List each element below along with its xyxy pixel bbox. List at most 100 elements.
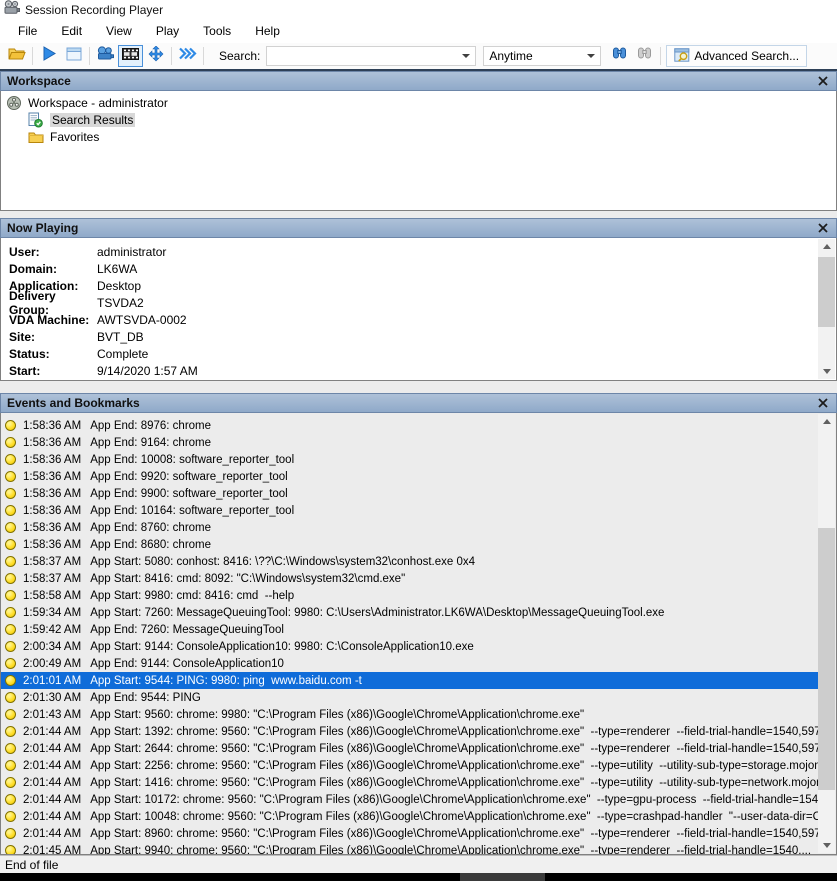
close-icon <box>818 76 828 86</box>
event-row[interactable]: 1:58:36 AMApp End: 9900: software_report… <box>1 485 819 502</box>
bottom-bar-fragment <box>460 873 545 881</box>
events-close-button[interactable] <box>816 396 830 410</box>
event-row[interactable]: 1:58:36 AMApp End: 8976: chrome <box>1 417 819 434</box>
now-playing-scrollbar[interactable] <box>818 239 835 379</box>
play-button[interactable] <box>36 45 61 67</box>
event-text: App End: 9900: software_reporter_tool <box>90 488 288 500</box>
chevron-down-icon <box>462 54 470 58</box>
event-row[interactable]: 2:01:30 AMApp End: 9544: PING <box>1 689 819 706</box>
event-row[interactable]: 2:01:44 AMApp Start: 1416: chrome: 9560:… <box>1 774 819 791</box>
title-bar[interactable]: Session Recording Player <box>0 0 837 19</box>
event-row[interactable]: 1:58:36 AMApp End: 9164: chrome <box>1 434 819 451</box>
events-scrollbar[interactable] <box>818 414 835 853</box>
event-dot-icon <box>5 607 16 618</box>
menu-item-tools[interactable]: Tools <box>191 21 243 41</box>
event-row[interactable]: 1:58:36 AMApp End: 8680: chrome <box>1 536 819 553</box>
event-row[interactable]: 2:01:01 AMApp Start: 9544: PING: 9980: p… <box>1 672 819 689</box>
find-previous-button[interactable] <box>632 45 657 67</box>
event-dot-icon <box>5 454 16 465</box>
bottom-edge-bar <box>0 873 837 881</box>
tree-item-workspace-root[interactable]: Workspace - administrator <box>1 94 836 111</box>
scroll-up-icon[interactable] <box>818 239 835 254</box>
event-dot-icon <box>5 794 16 805</box>
now-playing-field: VDA Machine:AWTSVDA-0002 <box>1 311 836 328</box>
event-row[interactable]: 2:00:49 AMApp End: 9144: ConsoleApplicat… <box>1 655 819 672</box>
event-row[interactable]: 1:58:36 AMApp End: 8760: chrome <box>1 519 819 536</box>
event-text: App Start: 9560: chrome: 9980: "C:\Progr… <box>90 709 584 721</box>
event-row[interactable]: 1:59:34 AMApp Start: 7260: MessageQueuin… <box>1 604 819 621</box>
pan-view-button[interactable] <box>143 45 168 67</box>
event-time: 1:58:36 AM <box>23 437 81 449</box>
workspace-close-button[interactable] <box>816 74 830 88</box>
window-title: Session Recording Player <box>25 3 163 17</box>
time-filter-value: Anytime <box>489 49 532 63</box>
event-row[interactable]: 2:01:43 AM App Start: 9560: chrome: 9980:… <box>1 706 819 723</box>
event-row[interactable]: 2:01:44 AMApp Start: 10048: chrome: 9560… <box>1 808 819 825</box>
event-row[interactable]: 1:58:58 AMApp Start: 9980: cmd: 8416: cm… <box>1 587 819 604</box>
now-playing-close-button[interactable] <box>816 221 830 235</box>
menu-item-help[interactable]: Help <box>243 21 292 41</box>
event-row[interactable]: 1:58:36 AM App End: 9920: software_report… <box>1 468 819 485</box>
events-panel-header: Events and Bookmarks <box>0 393 837 413</box>
open-file-button[interactable] <box>4 45 29 67</box>
event-time: 2:01:44 AM <box>23 811 81 823</box>
player-window-button[interactable] <box>61 45 86 67</box>
events-panel-title: Events and Bookmarks <box>7 396 140 410</box>
event-row[interactable]: 1:58:36 AMApp End: 10164: software_repor… <box>1 502 819 519</box>
search-combobox[interactable] <box>266 46 476 66</box>
event-text: App Start: 2256: chrome: 9560: "C:\Progr… <box>90 760 819 772</box>
projector-view-button[interactable] <box>93 45 118 67</box>
menu-item-view[interactable]: View <box>94 21 144 41</box>
event-row[interactable]: 1:58:36 AMApp End: 10008: software_repor… <box>1 451 819 468</box>
event-row[interactable]: 2:01:44 AMApp Start: 8960: chrome: 9560:… <box>1 825 819 842</box>
event-text: App Start: 9980: cmd: 8416: cmd --help <box>90 590 294 602</box>
event-row[interactable]: 2:01:44 AMApp Start: 2644: chrome: 9560:… <box>1 740 819 757</box>
event-text: App End: 9920: software_reporter_tool <box>90 471 288 483</box>
event-text: App End: 8976: chrome <box>90 420 211 432</box>
advanced-search-icon <box>674 48 690 65</box>
folder-icon <box>28 129 46 145</box>
event-dot-icon <box>5 743 16 754</box>
now-playing-panel-header: Now Playing <box>0 218 837 238</box>
fast-forward-button[interactable] <box>175 45 200 67</box>
find-button[interactable] <box>607 45 632 67</box>
event-time: 2:01:44 AM <box>23 777 81 789</box>
event-row[interactable]: 2:01:45 AMApp Start: 9940: chrome: 9560:… <box>1 842 819 855</box>
menu-bar: FileEditViewPlayToolsHelp <box>0 19 837 43</box>
film-reel-icon <box>6 95 24 111</box>
field-value: LK6WA <box>97 262 137 276</box>
event-time: 2:01:43 AM <box>23 709 81 721</box>
time-filter-combobox[interactable]: Anytime <box>483 46 601 66</box>
tree-item-search-results[interactable]: Search Results <box>1 111 836 128</box>
event-row[interactable]: 2:01:44 AMApp Start: 10172: chrome: 9560… <box>1 791 819 808</box>
scrollbar-thumb[interactable] <box>818 257 835 327</box>
advanced-search-button[interactable]: Advanced Search... <box>666 45 807 67</box>
event-row[interactable]: 1:59:42 AMApp End: 7260: MessageQueuingT… <box>1 621 819 638</box>
event-row[interactable]: 2:01:44 AMApp Start: 1392: chrome: 9560:… <box>1 723 819 740</box>
menu-item-file[interactable]: File <box>6 21 49 41</box>
event-time: 1:58:37 AM <box>23 556 81 568</box>
toolbar-separator <box>203 47 204 65</box>
field-value: TSVDA2 <box>97 296 144 310</box>
event-text: App End: 9544: PING <box>90 692 201 704</box>
scroll-up-icon[interactable] <box>818 414 835 429</box>
menu-item-edit[interactable]: Edit <box>49 21 94 41</box>
toolbar-separator <box>32 47 33 65</box>
field-label: Domain: <box>9 262 97 276</box>
event-row[interactable]: 2:00:34 AMApp Start: 9144: ConsoleApplic… <box>1 638 819 655</box>
event-row[interactable]: 1:58:37 AMApp Start: 5080: conhost: 8416… <box>1 553 819 570</box>
tree-item-favorites[interactable]: Favorites <box>1 128 836 145</box>
menu-item-play[interactable]: Play <box>144 21 191 41</box>
now-playing-field: User:administrator <box>1 243 836 260</box>
event-row[interactable]: 1:58:37 AMApp Start: 8416: cmd: 8092: "C… <box>1 570 819 587</box>
event-dot-icon <box>5 539 16 550</box>
event-time: 1:58:36 AM <box>23 505 81 517</box>
filmstrip-view-button[interactable] <box>118 45 143 67</box>
event-row[interactable]: 2:01:44 AMApp Start: 2256: chrome: 9560:… <box>1 757 819 774</box>
now-playing-field: Delivery Group:TSVDA2 <box>1 294 836 311</box>
scrollbar-thumb[interactable] <box>818 528 835 790</box>
scroll-down-icon[interactable] <box>818 838 835 853</box>
event-text: App End: 7260: MessageQueuingTool <box>90 624 284 636</box>
event-time: 1:58:36 AM <box>23 471 81 483</box>
scroll-down-icon[interactable] <box>818 364 835 379</box>
